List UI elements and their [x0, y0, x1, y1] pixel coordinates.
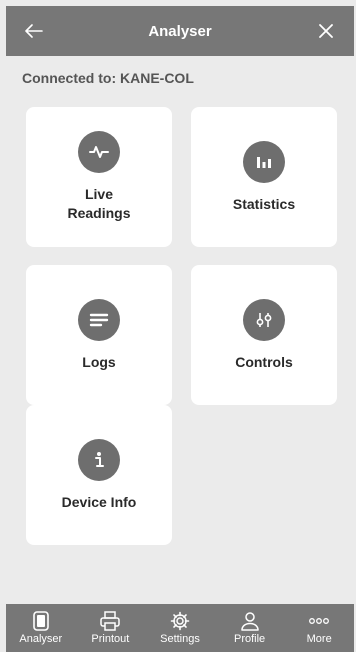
info-icon: [78, 438, 120, 481]
list-icon: [78, 298, 120, 341]
nav-more[interactable]: More: [284, 604, 354, 652]
live-readings-label: Live Readings: [67, 186, 131, 221]
person-icon: [240, 612, 259, 631]
nav-analyser[interactable]: Analyser: [6, 604, 76, 652]
printer-icon: [100, 611, 121, 631]
device-info-tile[interactable]: Device Info: [26, 405, 172, 545]
connection-status: Connected to: KANE-COL: [22, 70, 194, 86]
sliders-icon: [243, 298, 285, 341]
page-title: Analyser: [148, 22, 212, 40]
bar-chart-icon: [243, 140, 285, 183]
gear-icon: [170, 611, 190, 631]
controls-label: Controls: [235, 353, 293, 370]
nav-more-label: More: [306, 633, 332, 645]
nav-analyser-label: Analyser: [19, 633, 63, 645]
nav-printout[interactable]: Printout: [76, 604, 146, 652]
device-icon: [32, 611, 49, 631]
nav-settings[interactable]: Settings: [145, 604, 215, 652]
bottom-navigation: Analyser Printout Settings Profile More: [6, 604, 354, 652]
nav-printout-label: Printout: [91, 633, 130, 645]
back-button[interactable]: [12, 6, 56, 56]
controls-tile[interactable]: Controls: [191, 265, 337, 405]
pulse-icon: [78, 131, 120, 174]
device-info-label: Device Info: [61, 493, 137, 510]
close-icon: [319, 24, 333, 38]
more-icon: [309, 618, 330, 624]
statistics-tile[interactable]: Statistics: [191, 107, 337, 247]
logs-tile[interactable]: Logs: [26, 265, 172, 405]
close-button[interactable]: [304, 6, 348, 56]
statistics-label: Statistics: [232, 195, 296, 212]
nav-profile[interactable]: Profile: [215, 604, 285, 652]
app-header: Analyser: [6, 6, 354, 56]
live-readings-tile[interactable]: Live Readings: [26, 107, 172, 247]
nav-profile-label: Profile: [233, 633, 266, 645]
nav-settings-label: Settings: [160, 633, 200, 645]
arrow-left-icon: [25, 24, 43, 38]
logs-label: Logs: [82, 353, 116, 370]
